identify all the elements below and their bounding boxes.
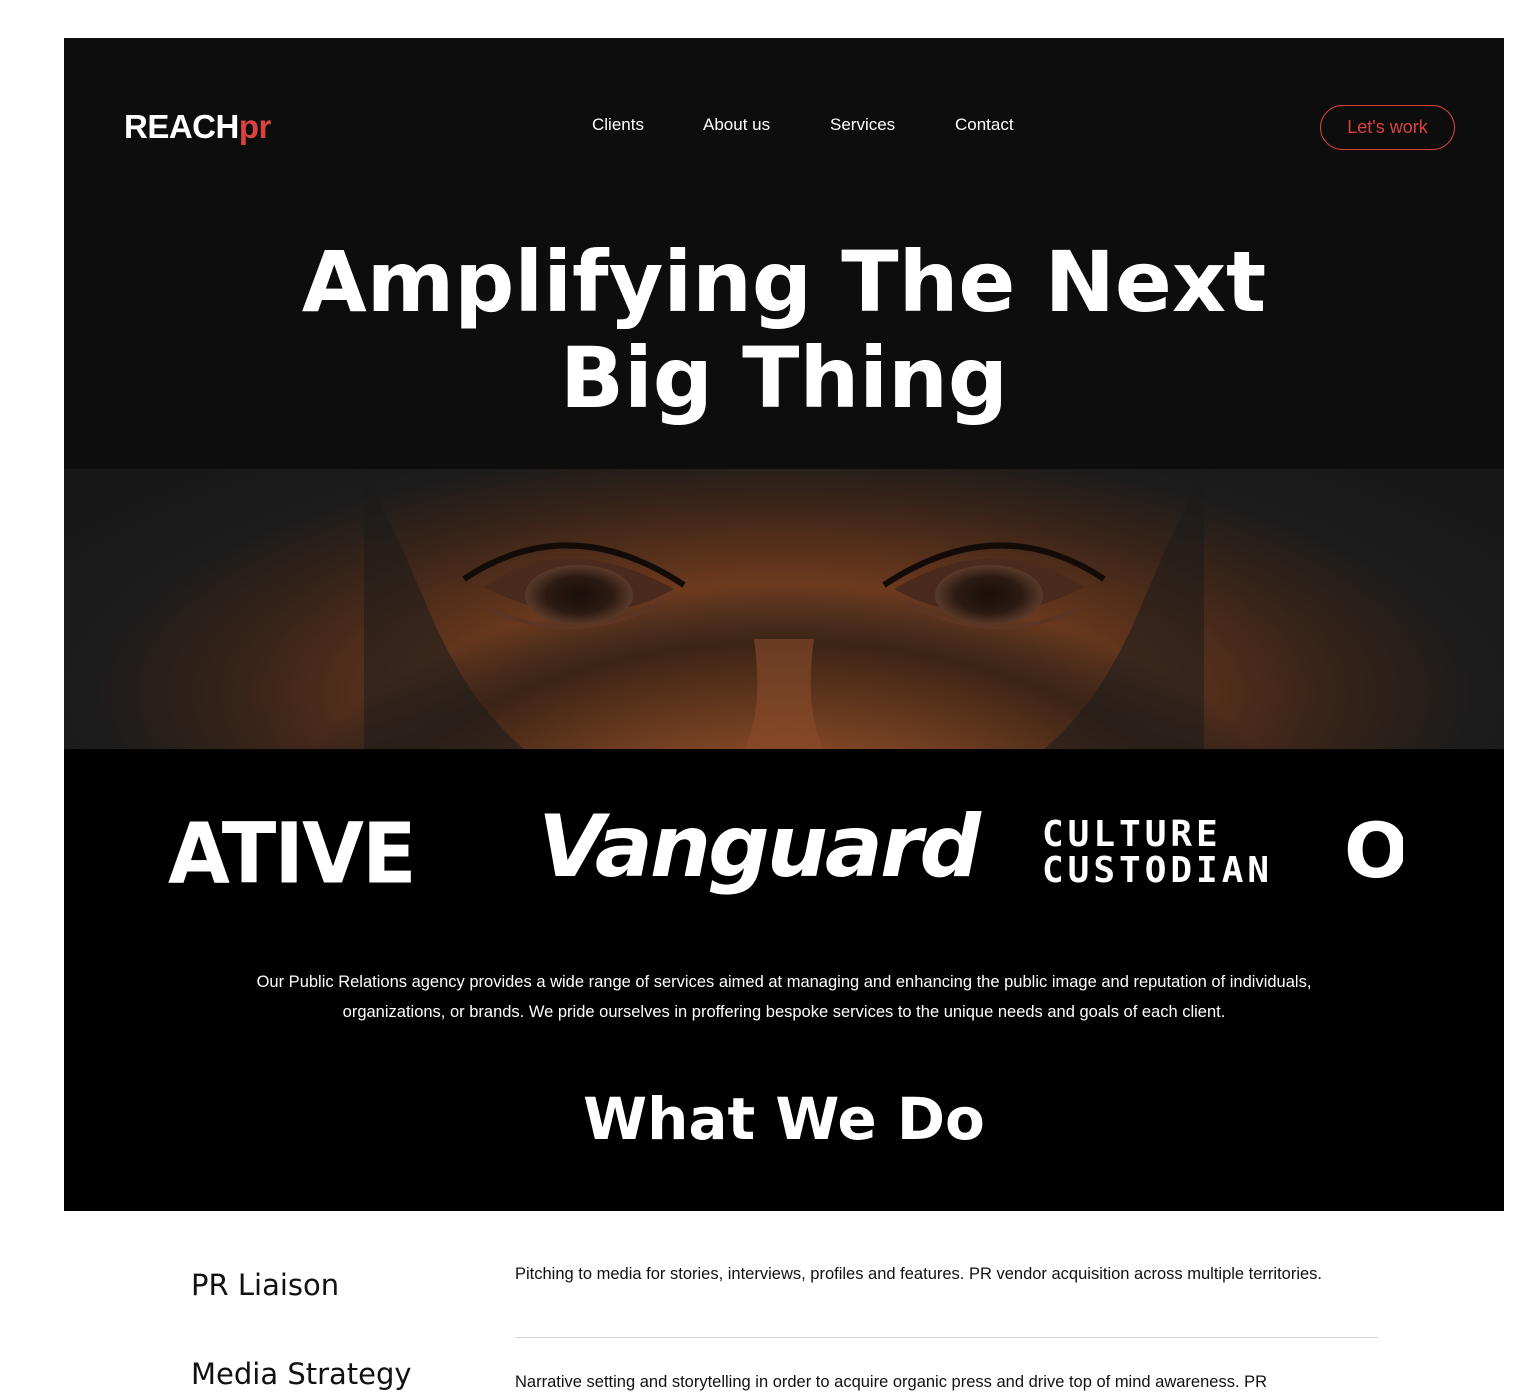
what-we-do-title: What We Do xyxy=(583,1085,985,1153)
client-logo-ative: ATIVE xyxy=(168,819,417,889)
services-list: PR Liaison Pitching to media for stories… xyxy=(0,1211,1540,1398)
nav-clients[interactable]: Clients xyxy=(592,115,644,135)
eyes-illustration xyxy=(304,469,1264,749)
custodian-word: CUSTODIAN xyxy=(1042,850,1274,891)
hero-title: Amplifying The Next Big Thing xyxy=(64,234,1504,426)
page-frame: REACHpr Clients About us Services Contac… xyxy=(64,38,1504,1211)
service-name-media-strategy: Media Strategy xyxy=(191,1357,412,1391)
hero-header: REACHpr Clients About us Services Contac… xyxy=(64,38,1504,469)
service-desc-pr-liaison: Pitching to media for stories, interview… xyxy=(515,1265,1323,1283)
service-divider xyxy=(515,1337,1378,1338)
client-logo-vanguard: Vanguard xyxy=(538,797,981,897)
lets-work-button[interactable]: Let's work xyxy=(1320,105,1455,150)
culture-word: CULTURE xyxy=(1042,814,1222,855)
nav-contact[interactable]: Contact xyxy=(955,115,1014,135)
client-logo-partial: O xyxy=(1344,818,1403,884)
main-nav: Clients About us Services Contact xyxy=(64,115,1504,139)
client-logos-strip: ATIVE Vanguard CULTURE CUSTODIAN O xyxy=(64,749,1504,949)
hero-image xyxy=(64,469,1504,749)
hero-title-line-2: Big Thing xyxy=(559,329,1008,427)
hero-title-line-1: Amplifying The Next xyxy=(301,233,1267,331)
client-logo-culture-custodian: CULTURE CUSTODIAN xyxy=(1042,817,1278,889)
nav-about-us[interactable]: About us xyxy=(703,115,770,135)
service-desc-media-strategy: Narrative setting and storytelling in or… xyxy=(515,1373,1268,1391)
intro-paragraph: Our Public Relations agency provides a w… xyxy=(256,973,1312,1021)
service-name-pr-liaison: PR Liaison xyxy=(191,1268,340,1302)
nav-services[interactable]: Services xyxy=(830,115,895,135)
